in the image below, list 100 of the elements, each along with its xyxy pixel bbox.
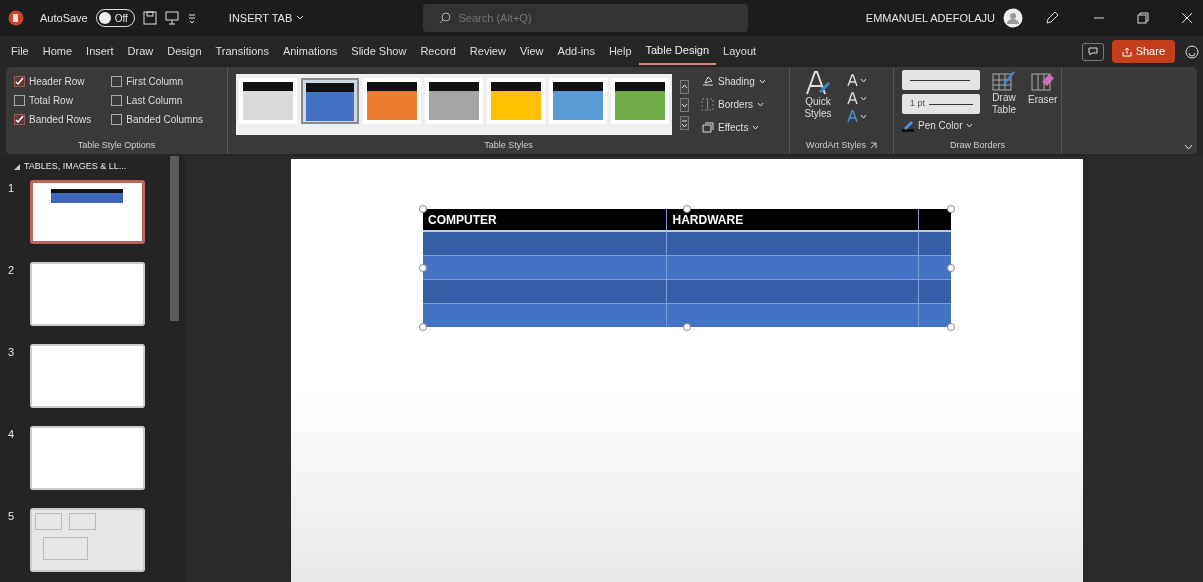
table-cell[interactable]: [918, 303, 951, 327]
checkbox[interactable]: [14, 76, 25, 87]
resize-handle[interactable]: [947, 205, 955, 213]
menu-tab[interactable]: Layout: [716, 39, 764, 64]
effects-icon: [701, 121, 714, 134]
menu-tab[interactable]: Design: [160, 39, 209, 64]
dialog-launcher-icon[interactable]: [869, 141, 877, 149]
checkbox-label: Last Column: [126, 94, 183, 108]
checkbox-label: Banded Rows: [29, 113, 92, 127]
resize-handle[interactable]: [419, 264, 427, 272]
slide-thumbnail[interactable]: [30, 343, 145, 408]
table-style-swatch[interactable]: [549, 78, 607, 124]
eraser-icon: [1030, 70, 1055, 92]
close-icon[interactable]: [1181, 12, 1193, 24]
draw-table-button[interactable]: Draw Table: [988, 70, 1020, 133]
expand-gallery-icon[interactable]: [680, 115, 689, 130]
pen-icon[interactable]: [1045, 11, 1059, 25]
checkbox-label: Banded Columns: [126, 113, 203, 127]
resize-handle[interactable]: [683, 323, 691, 331]
search-field[interactable]: Search (Alt+Q): [422, 4, 748, 32]
pen-color-button[interactable]: Pen Color: [902, 118, 980, 133]
table-cell[interactable]: [666, 279, 919, 303]
checkbox[interactable]: [14, 114, 25, 125]
table-cell[interactable]: [423, 303, 667, 327]
table-cell[interactable]: [666, 231, 919, 255]
document-title[interactable]: INSERT TAB: [228, 9, 305, 27]
resize-handle[interactable]: [947, 323, 955, 331]
table-cell[interactable]: [918, 279, 951, 303]
menu-tab[interactable]: Animations: [275, 39, 345, 64]
slide-thumbnail[interactable]: [30, 507, 145, 572]
table-cell[interactable]: [666, 255, 919, 279]
text-style-icon: [804, 70, 832, 96]
line-weight-dropdown[interactable]: 1 pt: [902, 94, 980, 114]
table-cell[interactable]: [423, 255, 667, 279]
table-cell[interactable]: HARDWARE: [666, 209, 919, 231]
eraser-button[interactable]: Eraser: [1028, 70, 1058, 133]
collapse-icon: [14, 163, 20, 170]
table-cell[interactable]: [918, 255, 951, 279]
menu-tab[interactable]: Review: [462, 39, 513, 64]
slide-thumbnail[interactable]: [30, 261, 145, 326]
group-label: WordArt Styles: [806, 138, 866, 152]
slide-thumbnail[interactable]: [30, 179, 145, 244]
table-cell[interactable]: [423, 231, 667, 255]
presentation-icon[interactable]: [164, 11, 179, 25]
menu-tab[interactable]: Slide Show: [344, 39, 414, 64]
resize-handle[interactable]: [419, 205, 427, 213]
menu-tab[interactable]: Transitions: [208, 39, 276, 64]
table-style-swatch[interactable]: [425, 78, 483, 124]
menu-tab[interactable]: Add-ins: [550, 39, 602, 64]
resize-handle[interactable]: [419, 323, 427, 331]
table-cell[interactable]: [666, 303, 919, 327]
section-header[interactable]: TABLES, IMAGES & LL...: [14, 160, 170, 174]
slide-thumbnail[interactable]: [30, 425, 145, 490]
table-style-swatch[interactable]: [487, 78, 545, 124]
quick-styles-button[interactable]: Quick Styles: [798, 70, 838, 124]
collapse-ribbon-icon[interactable]: [1184, 144, 1193, 150]
comments-button[interactable]: [1081, 42, 1104, 61]
checkbox[interactable]: [111, 95, 123, 106]
table-cell[interactable]: [423, 279, 667, 303]
text-fill-icon[interactable]: [846, 74, 868, 88]
smiley-icon[interactable]: [1185, 44, 1199, 59]
ribbon-button[interactable]: Borders: [701, 97, 766, 112]
table-cell[interactable]: [918, 209, 951, 231]
menu-tab[interactable]: Home: [35, 39, 80, 64]
menu-tab[interactable]: Help: [601, 39, 639, 64]
checkbox[interactable]: [14, 95, 25, 106]
share-icon: [1121, 46, 1132, 57]
table-style-swatch[interactable]: [611, 78, 669, 124]
menu-tab[interactable]: File: [4, 39, 36, 64]
line-weight-icon: [929, 102, 973, 106]
checkbox[interactable]: [111, 114, 123, 125]
scroll-down-icon[interactable]: [680, 97, 689, 112]
autosave-label: AutoSave: [40, 10, 88, 26]
checkbox[interactable]: [111, 76, 123, 87]
resize-handle[interactable]: [947, 264, 955, 272]
table-style-swatch[interactable]: [363, 78, 421, 124]
share-button[interactable]: Share: [1111, 40, 1175, 63]
more-icon[interactable]: [186, 12, 197, 24]
ribbon-button[interactable]: Effects: [701, 120, 766, 135]
menu-tab[interactable]: Draw: [120, 39, 161, 64]
resize-handle[interactable]: [683, 205, 691, 213]
menu-tab[interactable]: Table Design: [638, 38, 717, 65]
menu-tab[interactable]: Insert: [79, 39, 121, 64]
table-cell[interactable]: COMPUTER: [423, 209, 667, 231]
scrollbar-thumb[interactable]: [170, 156, 179, 321]
restore-icon[interactable]: [1137, 12, 1149, 24]
table-style-swatch[interactable]: [239, 78, 297, 124]
save-icon[interactable]: [142, 11, 157, 25]
avatar-icon[interactable]: [1003, 8, 1023, 28]
menu-tab[interactable]: Record: [413, 39, 463, 64]
scroll-up-icon[interactable]: [680, 79, 689, 94]
table-style-swatch[interactable]: [301, 78, 359, 124]
line-style-dropdown[interactable]: [902, 70, 980, 90]
text-effects-icon[interactable]: [846, 110, 868, 124]
slide-number: 3: [8, 344, 16, 360]
menu-tab[interactable]: View: [512, 39, 551, 64]
app-logo-icon: [8, 10, 24, 26]
ribbon-button[interactable]: Shading: [701, 74, 766, 89]
text-outline-icon[interactable]: [846, 92, 868, 106]
slide-number: 1: [8, 180, 16, 196]
